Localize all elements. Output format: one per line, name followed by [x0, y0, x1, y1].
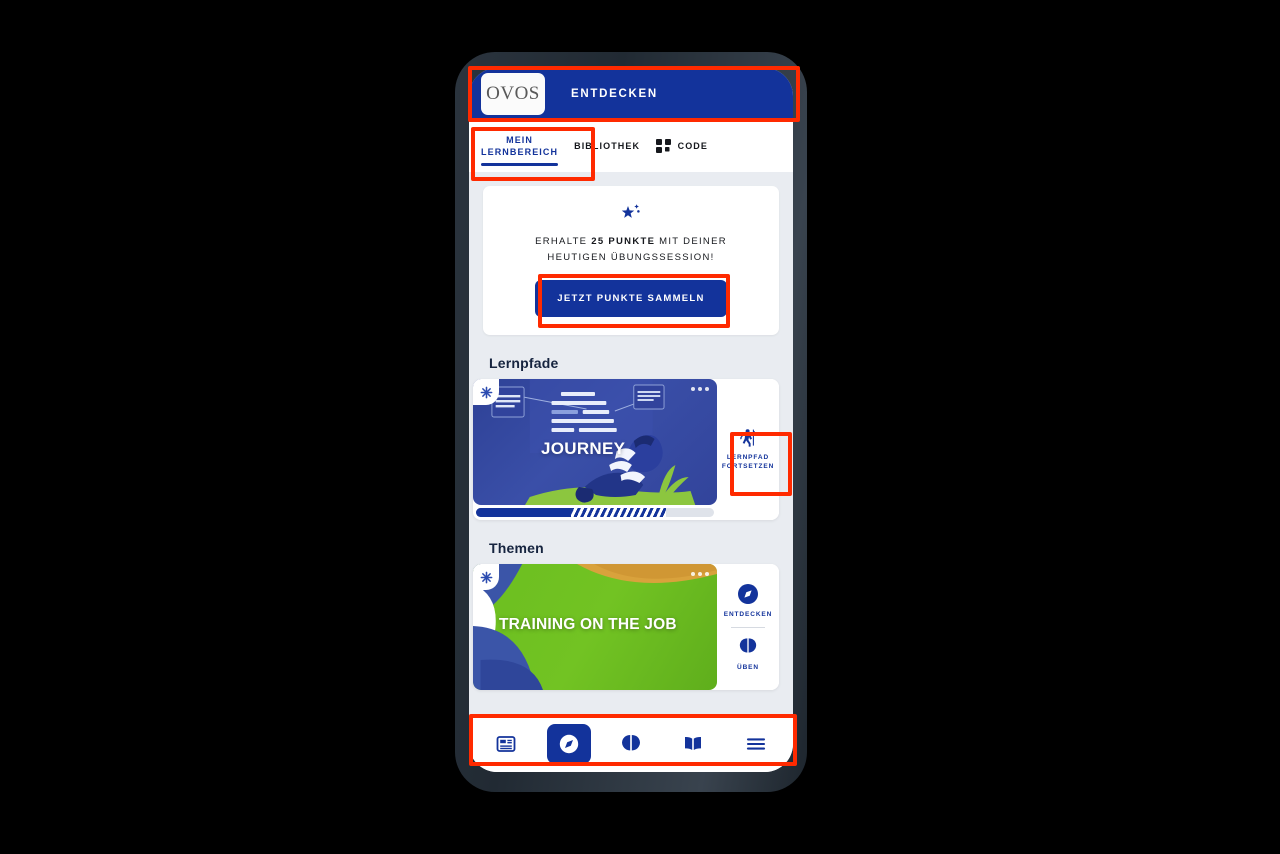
page-title: ENTDECKEN: [571, 88, 658, 100]
ovos-logo[interactable]: OVOS: [481, 73, 545, 115]
nav-menu[interactable]: [734, 724, 778, 764]
practice-action[interactable]: ÜBEN: [737, 632, 759, 676]
more-options-icon-topic[interactable]: [691, 572, 709, 576]
journey-caption: JOURNEY: [541, 439, 626, 458]
phone-screen: OVOS ENTDECKEN MEIN LERNBEREICH BIBLIOTH…: [469, 68, 793, 772]
tab-strip: MEIN LERNBEREICH BIBLIOTHEK CODE: [469, 120, 793, 172]
bottom-navigation: [469, 716, 793, 772]
topic-caption: TRAINING ON THE JOB: [499, 616, 677, 633]
tab-code-label: CODE: [677, 141, 709, 151]
points-text-before: ERHALTE: [535, 236, 592, 247]
tab-mein-lernbereich[interactable]: MEIN LERNBEREICH: [473, 120, 566, 172]
snowflake-badge-icon: [473, 379, 499, 405]
points-text-after: MIT DEINER: [655, 236, 727, 247]
brain-icon: [621, 735, 640, 751]
compass-icon: [738, 583, 758, 604]
dashboard-icon: [496, 736, 516, 752]
continue-label-line2: FORTSETZEN: [721, 463, 775, 470]
progress-in-progress: [571, 508, 667, 517]
progress-completed: [476, 508, 572, 517]
training-artwork: TRAINING ON THE JOB: [473, 564, 717, 690]
section-title-lernpfade: Lernpfade: [489, 355, 559, 371]
section-title-themen: Themen: [489, 540, 544, 556]
sparkle-star-icon: [621, 204, 640, 218]
learning-path-card[interactable]: JOURNEY LERNPFAD FORTSETZEN: [473, 379, 779, 520]
points-text-line2: HEUTIGEN ÜBUNGSSESSION!: [547, 252, 715, 263]
tab-mein-lernbereich-line2: LERNBEREICH: [481, 147, 559, 157]
nav-discover[interactable]: [546, 724, 591, 764]
practice-label: ÜBEN: [736, 663, 760, 671]
points-message: ERHALTE 25 PUNKTE MIT DEINER HEUTIGEN ÜB…: [493, 234, 769, 266]
logo-text: OVOS: [486, 83, 540, 104]
menu-icon: [746, 738, 765, 750]
topic-visual: TRAINING ON THE JOB: [473, 564, 717, 690]
action-divider: [731, 626, 765, 628]
app-header: OVOS ENTDECKEN: [469, 68, 793, 120]
nav-library[interactable]: [671, 724, 715, 764]
points-highlight: 25 PUNKTE: [591, 236, 656, 247]
phone-frame: OVOS ENTDECKEN MEIN LERNBEREICH BIBLIOTH…: [455, 52, 807, 792]
topic-actions: ENTDECKEN ÜBEN: [717, 564, 779, 690]
tab-bibliothek[interactable]: BIBLIOTHEK: [566, 120, 648, 172]
book-icon: [685, 736, 702, 750]
discover-action[interactable]: ENTDECKEN: [724, 579, 773, 623]
points-card: ERHALTE 25 PUNKTE MIT DEINER HEUTIGEN ÜB…: [483, 186, 779, 335]
tab-mein-lernbereich-line1: MEIN: [506, 135, 533, 145]
continue-learning-path-action[interactable]: LERNPFAD FORTSETZEN: [722, 424, 774, 475]
more-options-icon[interactable]: [691, 387, 709, 391]
continue-label-line1: LERNPFAD: [726, 454, 770, 461]
compass-icon: [559, 734, 578, 754]
learning-path-visual: JOURNEY: [473, 379, 717, 520]
nav-dashboard[interactable]: [484, 724, 528, 764]
hiker-icon: [740, 429, 756, 447]
topic-card[interactable]: TRAINING ON THE JOB ENTDECKEN ÜBEN: [473, 564, 779, 690]
snowflake-badge-icon-topic: [473, 564, 499, 590]
nav-practice[interactable]: [609, 724, 653, 764]
tab-bibliothek-label: BIBLIOTHEK: [574, 141, 641, 151]
learning-path-progress: [476, 508, 714, 517]
app-content: ERHALTE 25 PUNKTE MIT DEINER HEUTIGEN ÜB…: [469, 172, 793, 716]
journey-artwork: JOURNEY: [473, 379, 717, 505]
tab-code[interactable]: CODE: [648, 120, 716, 172]
collect-points-button[interactable]: JETZT PUNKTE SAMMELN: [535, 280, 727, 317]
discover-label: ENTDECKEN: [723, 610, 773, 618]
qr-code-icon: [656, 138, 671, 154]
learning-path-actions: LERNPFAD FORTSETZEN: [717, 379, 779, 520]
brain-icon: [739, 637, 757, 653]
